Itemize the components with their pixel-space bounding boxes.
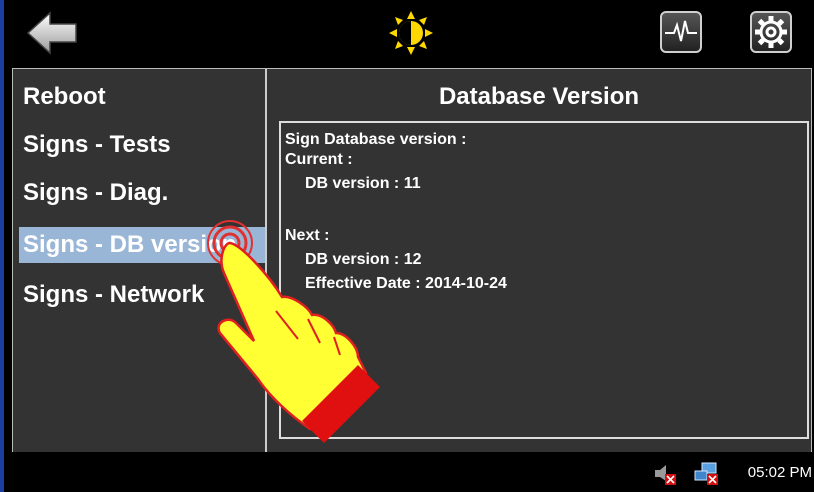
sidebar-item-signs-tests[interactable]: Signs - Tests [23,131,171,159]
gear-icon [755,16,787,48]
sidebar-item-signs-network[interactable]: Signs - Network [23,281,204,309]
main-panel: Reboot Signs - Tests Signs - Diag. Signs… [12,68,812,453]
sidebar-item-signs-diag[interactable]: Signs - Diag. [23,179,168,207]
top-toolbar [4,0,814,66]
taskbar: 05:02 PM [4,452,814,492]
db-heading: Sign Database version : [285,131,467,148]
brightness-icon[interactable] [388,10,434,56]
current-db-version: DB version : 11 [305,175,421,192]
current-label: Current : [285,151,353,168]
pulse-icon [665,20,697,42]
clock: 05:02 PM [747,464,812,481]
sidebar-item-reboot[interactable]: Reboot [23,83,106,111]
tap-gesture-hand-icon [207,220,380,443]
app-window: Reboot Signs - Tests Signs - Diag. Signs… [4,0,814,492]
diagnostics-button[interactable] [660,11,702,53]
network-disconnected-icon[interactable] [694,462,720,486]
back-arrow-icon[interactable] [26,10,78,56]
page-title: Database Version [438,83,640,110]
volume-muted-icon[interactable] [652,462,678,486]
settings-button[interactable] [750,11,792,53]
